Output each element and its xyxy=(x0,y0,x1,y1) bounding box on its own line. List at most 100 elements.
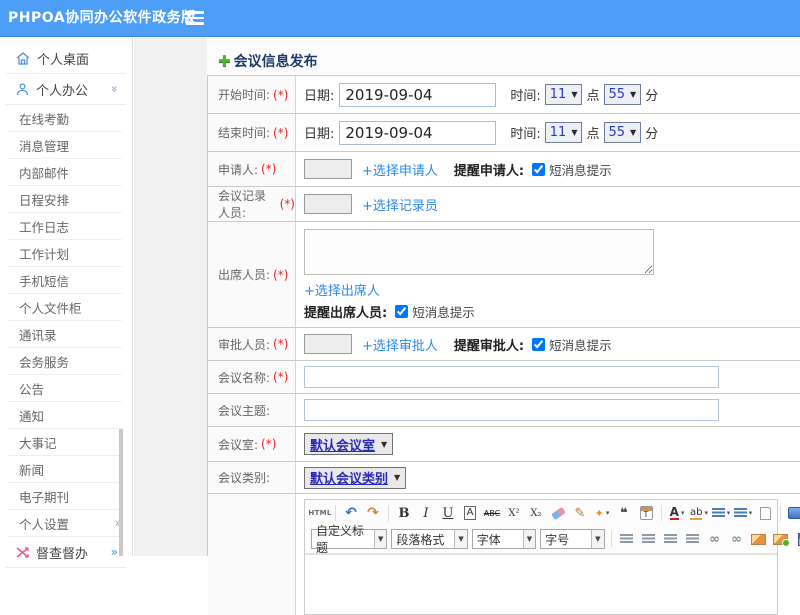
pick-attendees-link[interactable]: +选择出席人 xyxy=(304,280,380,299)
field-label: 会议记录人员: xyxy=(218,187,277,221)
ordered-list-button[interactable]: ▾ xyxy=(711,503,731,523)
paste-as-text-button[interactable]: T xyxy=(636,503,656,523)
sidebar-item-label: 个人桌面 xyxy=(37,49,89,68)
underline-button[interactable]: U xyxy=(438,503,458,523)
sms-label: 短消息提示 xyxy=(549,335,612,354)
sidebar-item-internal-mail[interactable]: 内部邮件 xyxy=(8,159,122,186)
sidebar-item-contacts[interactable]: 通讯录 xyxy=(8,321,122,348)
blockquote-button[interactable]: ❝ xyxy=(614,503,634,523)
insert-media-button[interactable] xyxy=(793,529,800,549)
font-color-button[interactable]: A▾ xyxy=(667,503,687,523)
end-hour-select[interactable]: 11▼ xyxy=(545,122,583,143)
applicant-sms-checkbox[interactable] xyxy=(532,163,545,176)
sidebar-item-work-plan[interactable]: 工作计划 xyxy=(8,240,122,267)
start-minute-select[interactable]: 55▼ xyxy=(604,84,642,105)
time-label: 时间: xyxy=(510,123,540,142)
sidebar-item-personal-settings[interactable]: 个人设置 » xyxy=(8,510,122,537)
subscript-button[interactable]: X₂ xyxy=(526,503,546,523)
remind-applicant-label: 提醒申请人: xyxy=(454,160,524,179)
approver-input[interactable] xyxy=(304,334,352,354)
chevron-down-icon: » xyxy=(107,85,121,92)
rich-text-editor: HTML ↶ ↷ B I U A ABC X² X₂ ✎ xyxy=(304,499,778,615)
font-family-select[interactable]: 字体▼ xyxy=(472,529,536,549)
sidebar-item-sms[interactable]: 手机短信 xyxy=(8,267,122,294)
sidebar-item-work-log[interactable]: 工作日志 xyxy=(8,213,122,240)
select-arrow-icon: ▼ xyxy=(571,128,577,137)
redo-button[interactable]: ↷ xyxy=(363,503,383,523)
hamburger-menu-icon[interactable] xyxy=(186,11,204,25)
recorder-input[interactable] xyxy=(304,194,352,214)
highlight-color-button[interactable]: ab▾ xyxy=(689,503,709,523)
new-page-button[interactable] xyxy=(755,503,775,523)
sidebar-item-news[interactable]: 新闻 xyxy=(8,456,122,483)
start-hour-select[interactable]: 11▼ xyxy=(545,84,583,105)
sidebar-item-supervision[interactable]: 督查督办 » xyxy=(6,537,126,568)
pick-approver-link[interactable]: +选择审批人 xyxy=(362,335,438,354)
fullscreen-button[interactable] xyxy=(786,503,800,523)
sidebar-item-major-events[interactable]: 大事记 xyxy=(8,429,122,456)
bold-button[interactable]: B xyxy=(394,503,414,523)
heading-select[interactable]: 自定义标题▼ xyxy=(311,529,387,549)
meeting-name-input[interactable] xyxy=(304,366,719,388)
sidebar-item-desktop[interactable]: 个人桌面 xyxy=(6,43,126,74)
attendees-textarea[interactable] xyxy=(304,229,654,275)
sidebar-item-attendance[interactable]: 在线考勤 xyxy=(8,105,122,132)
pick-applicant-link[interactable]: +选择申请人 xyxy=(362,160,438,179)
sidebar-item-file-cabinet[interactable]: 个人文件柜 xyxy=(8,294,122,321)
font-size-select[interactable]: 字号▼ xyxy=(540,529,604,549)
insert-image-button[interactable] xyxy=(749,529,769,549)
align-right-button[interactable] xyxy=(661,529,681,549)
font-style-button[interactable]: A xyxy=(460,503,480,523)
remove-link-button[interactable]: ∞ xyxy=(727,529,747,549)
sidebar: 个人桌面 个人办公 » 在线考勤 消息管理 内部邮件 日程安排 工作日志 工作计… xyxy=(0,37,133,556)
meeting-category-select[interactable]: 默认会议类别▼ xyxy=(304,467,406,489)
quick-format-button[interactable]: ✦▾ xyxy=(592,503,612,523)
sidebar-item-messages[interactable]: 消息管理 xyxy=(8,132,122,159)
paragraph-format-select[interactable]: 段落格式▼ xyxy=(391,529,467,549)
align-center-button[interactable] xyxy=(639,529,659,549)
undo-button[interactable]: ↶ xyxy=(341,503,361,523)
align-justify-icon xyxy=(686,534,699,545)
align-left-button[interactable] xyxy=(617,529,637,549)
sidebar-item-schedule[interactable]: 日程安排 xyxy=(8,186,122,213)
remove-format-button[interactable] xyxy=(548,503,568,523)
strikethrough-button[interactable]: ABC xyxy=(482,503,502,523)
insert-link-button[interactable]: ∞ xyxy=(705,529,725,549)
time-label: 时间: xyxy=(510,85,540,104)
align-justify-button[interactable] xyxy=(683,529,703,549)
editor-content[interactable] xyxy=(305,554,777,614)
sidebar-item-label: 督查督办 xyxy=(36,543,88,562)
remind-approver-label: 提醒审批人: xyxy=(454,335,524,354)
attendees-sms-checkbox[interactable] xyxy=(395,305,408,318)
sidebar-item-notices[interactable]: 通知 xyxy=(8,402,122,429)
meeting-room-select[interactable]: 默认会议室▼ xyxy=(304,433,393,455)
format-painter-button[interactable]: ✎ xyxy=(570,503,590,523)
unordered-list-button[interactable]: ▾ xyxy=(733,503,753,523)
sidebar-item-meeting-service[interactable]: 会务服务 xyxy=(8,348,122,375)
sidebar-item-announcements[interactable]: 公告 xyxy=(8,375,122,402)
end-minute-select[interactable]: 55▼ xyxy=(604,122,642,143)
end-date-input[interactable] xyxy=(339,121,496,145)
superscript-button[interactable]: X² xyxy=(504,503,524,523)
start-date-input[interactable] xyxy=(339,83,496,107)
required-mark: (*) xyxy=(261,162,276,176)
page-title: ✚会议信息发布 xyxy=(218,51,318,71)
field-label: 会议室: xyxy=(218,436,258,453)
italic-button[interactable]: I xyxy=(416,503,436,523)
meeting-subject-input[interactable] xyxy=(304,399,719,421)
select-arrow-icon: ▼ xyxy=(454,530,466,548)
minute-unit: 分 xyxy=(645,85,658,104)
pick-recorder-link[interactable]: +选择记录员 xyxy=(362,195,438,214)
sidebar-item-e-journal[interactable]: 电子期刊 xyxy=(8,483,122,510)
upload-image-button[interactable] xyxy=(771,529,791,549)
select-arrow-icon: ▼ xyxy=(630,128,636,137)
row-end-time: 结束时间:(*) 日期: 时间: 11▼ 点 55▼ 分 xyxy=(208,114,800,152)
image-plus-icon xyxy=(773,534,788,545)
applicant-input[interactable] xyxy=(304,159,352,179)
source-code-button[interactable]: HTML xyxy=(310,503,330,523)
field-label: 会议类别: xyxy=(218,469,270,486)
sidebar-item-office[interactable]: 个人办公 » xyxy=(6,74,126,105)
required-mark: (*) xyxy=(273,126,288,140)
sidebar-scrollbar[interactable] xyxy=(119,429,123,556)
approver-sms-checkbox[interactable] xyxy=(532,338,545,351)
